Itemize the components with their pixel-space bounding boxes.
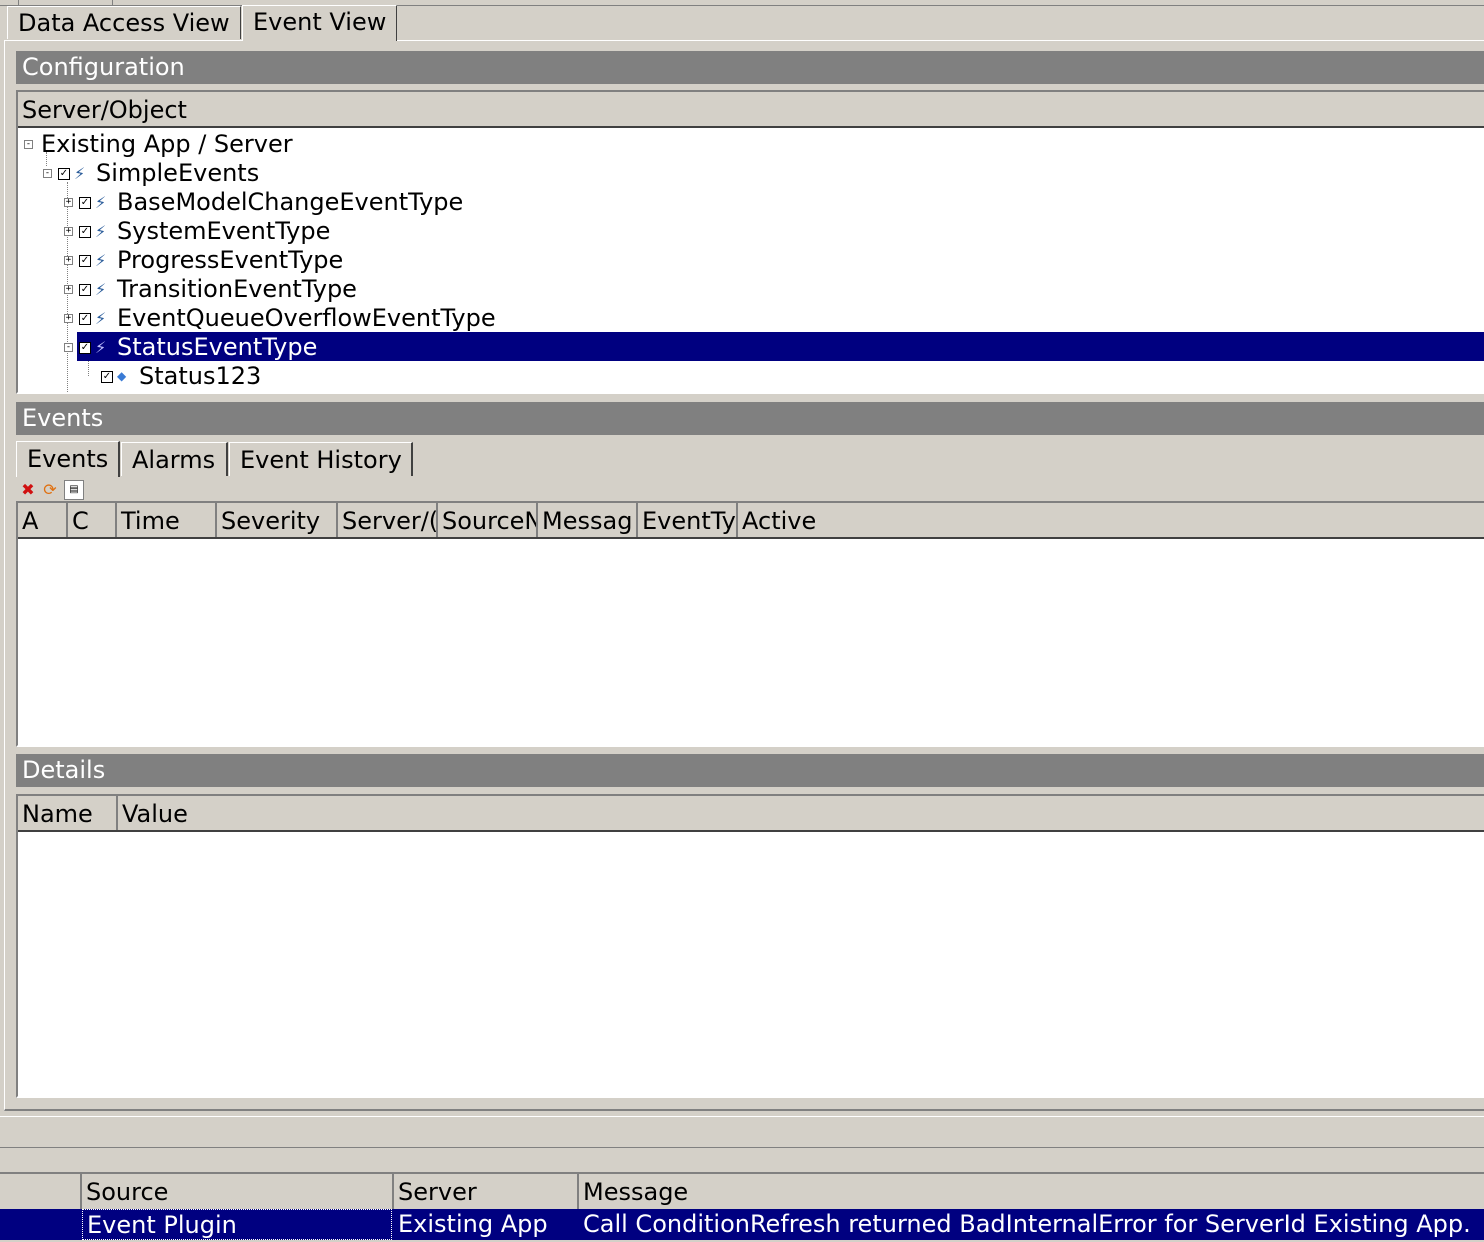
column-c[interactable]: C <box>68 503 117 537</box>
tab-alarms[interactable]: Alarms <box>121 442 228 476</box>
tree-node-statusevent[interactable]: - ✓ ⚡ StatusEventType <box>64 333 319 362</box>
tree-node-label: EventQueueOverflowEventType <box>117 304 496 332</box>
tree-node-label: BaseModelChangeEventType <box>117 188 464 216</box>
event-type-icon: ⚡ <box>95 337 107 357</box>
checkbox[interactable]: ✓ <box>79 341 91 354</box>
event-type-icon: ⚡ <box>95 221 107 241</box>
checkbox[interactable]: ✓ <box>101 370 113 383</box>
expand-icon[interactable]: + <box>64 285 73 294</box>
tree-node-label: Existing App / Server <box>41 130 293 158</box>
event-type-icon: ⚡ <box>74 163 86 183</box>
event-type-icon: ⚡ <box>95 279 107 299</box>
variable-dot-icon: ◆ <box>117 369 127 383</box>
event-type-icon: ⚡ <box>95 250 107 270</box>
tree-node-simpleevents[interactable]: - ✓ ⚡ SimpleEvents <box>43 159 261 188</box>
column-severity[interactable]: Severity <box>217 503 338 537</box>
column-log-message[interactable]: Message <box>579 1174 1484 1209</box>
configuration-header: Configuration <box>16 51 1484 84</box>
strip-divider <box>18 0 19 5</box>
strip-divider <box>112 0 113 5</box>
splitter-bar[interactable] <box>0 1116 1484 1148</box>
column-time[interactable]: Time <box>117 503 217 537</box>
column-source-name[interactable]: SourceN <box>438 503 538 537</box>
checkbox[interactable]: ✓ <box>79 283 91 296</box>
details-header: Details <box>16 754 1484 787</box>
tree-node-status123[interactable]: ✓ ◆ Status123 <box>101 362 263 391</box>
tree-node-basemodelchange[interactable]: + ✓ ⚡ BaseModelChangeEventType <box>64 188 465 217</box>
tab-events[interactable]: Events <box>16 441 120 477</box>
tree-node-eventqueueoverflow[interactable]: + ✓ ⚡ EventQueueOverflowEventType <box>64 304 498 333</box>
tree-node-progressevent[interactable]: + ✓ ⚡ ProgressEventType <box>64 246 345 275</box>
collapse-icon[interactable]: - <box>43 169 52 178</box>
tree-node-label: Status123 <box>139 362 262 390</box>
collapse-icon[interactable]: - <box>24 140 33 149</box>
log-source-cell: Event Plugin <box>82 1209 392 1240</box>
expand-icon[interactable]: + <box>64 198 73 207</box>
log-server-cell: Existing App <box>398 1210 548 1238</box>
configuration-tree-pane[interactable]: Server/Object - Existing App / Server - … <box>16 90 1484 394</box>
log-column-header: Source Server Message <box>0 1172 1484 1209</box>
event-type-icon: ⚡ <box>95 192 107 212</box>
checkbox[interactable]: ✓ <box>58 167 70 180</box>
log-row[interactable]: Event Plugin Existing App Call Condition… <box>0 1209 1484 1240</box>
checkbox[interactable]: ✓ <box>79 312 91 325</box>
event-type-icon: ⚡ <box>95 308 107 328</box>
tree-node-label: TransitionEventType <box>117 275 357 303</box>
events-column-header: A C Time Severity Server/( SourceN Messa… <box>18 503 1484 539</box>
expand-icon[interactable]: + <box>64 256 73 265</box>
tab-data-access-view[interactable]: Data Access View <box>7 6 241 39</box>
tree-node-transitionevent[interactable]: + ✓ ⚡ TransitionEventType <box>64 275 359 304</box>
tree-node-label: StatusEventType <box>117 333 318 361</box>
tree-node-server[interactable]: - Existing App / Server <box>24 130 295 159</box>
delete-icon[interactable]: ✖ <box>18 480 38 500</box>
column-source[interactable]: Source <box>82 1174 392 1209</box>
events-list-pane[interactable]: A C Time Severity Server/( SourceN Messa… <box>16 501 1484 747</box>
columns-icon[interactable]: ▤ <box>64 480 84 500</box>
column-event-type[interactable]: EventTy <box>638 503 738 537</box>
expand-icon[interactable]: + <box>64 314 73 323</box>
tab-event-view[interactable]: Event View <box>242 5 397 41</box>
tree-node-label: SystemEventType <box>117 217 331 245</box>
column-server[interactable]: Server/( <box>338 503 438 537</box>
log-message-cell: Call ConditionRefresh returned BadIntern… <box>583 1210 1471 1238</box>
column-value[interactable]: Value <box>118 796 1484 830</box>
expand-icon[interactable]: + <box>64 227 73 236</box>
column-server-object[interactable]: Server/Object <box>18 92 1484 126</box>
tree-node-label: ProgressEventType <box>117 246 344 274</box>
column-message[interactable]: Messag <box>538 503 638 537</box>
column-a[interactable]: A <box>18 503 68 537</box>
column-active[interactable]: Active <box>738 503 1484 537</box>
tab-event-history[interactable]: Event History <box>229 442 413 476</box>
tree-node-label: SimpleEvents <box>96 159 260 187</box>
checkbox[interactable]: ✓ <box>79 196 91 209</box>
refresh-icon[interactable]: ⟳ <box>40 480 60 500</box>
details-column-header: Name Value <box>18 796 1484 832</box>
details-pane[interactable]: Name Value <box>16 794 1484 1098</box>
tree-column-header: Server/Object <box>18 92 1484 128</box>
collapse-icon[interactable]: - <box>64 343 73 352</box>
events-header: Events <box>16 402 1484 435</box>
checkbox[interactable]: ✓ <box>79 254 91 267</box>
checkbox[interactable]: ✓ <box>79 225 91 238</box>
column-log-server[interactable]: Server <box>394 1174 578 1209</box>
tree-node-systemevent[interactable]: + ✓ ⚡ SystemEventType <box>64 217 332 246</box>
column-name[interactable]: Name <box>18 796 118 830</box>
